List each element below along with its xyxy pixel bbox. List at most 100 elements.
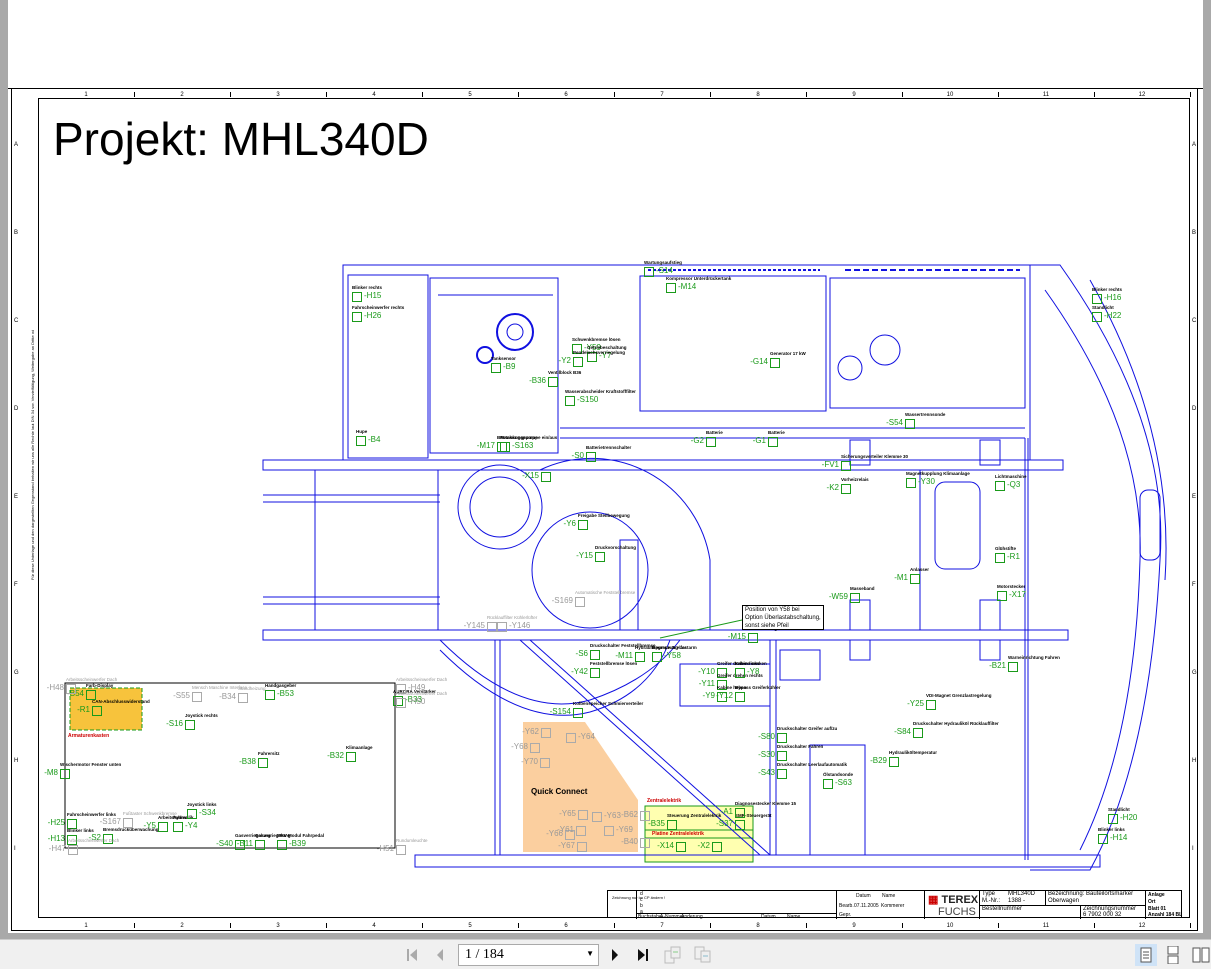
- marker-box[interactable]: [575, 597, 585, 607]
- marker-box[interactable]: [356, 436, 366, 446]
- marker-box[interactable]: [565, 396, 575, 406]
- marker-box[interactable]: [1092, 312, 1102, 322]
- marker-box[interactable]: [906, 478, 916, 488]
- marker-id: -H16: [1104, 293, 1122, 302]
- marker-box[interactable]: [735, 668, 745, 678]
- marker-box[interactable]: [770, 358, 780, 368]
- marker-box[interactable]: [841, 484, 851, 494]
- marker-box[interactable]: [548, 377, 558, 387]
- marker-box[interactable]: [910, 574, 920, 584]
- marker-description: Joystick links: [187, 802, 217, 807]
- marker-box[interactable]: [352, 292, 362, 302]
- marker-box[interactable]: [905, 419, 915, 429]
- marker-box[interactable]: [640, 811, 650, 821]
- marker-box[interactable]: [635, 652, 645, 662]
- marker-box[interactable]: [748, 633, 758, 643]
- marker-id: -Y146: [509, 621, 531, 630]
- previous-page-button[interactable]: [431, 947, 449, 963]
- marker-box[interactable]: [995, 553, 1005, 563]
- marker-box[interactable]: [768, 437, 778, 447]
- marker-box[interactable]: [1008, 662, 1018, 672]
- marker-box[interactable]: [640, 838, 650, 848]
- marker-box[interactable]: [586, 452, 596, 462]
- marker-box[interactable]: [123, 818, 133, 828]
- marker-box[interactable]: [487, 622, 497, 632]
- marker-box[interactable]: [491, 363, 501, 373]
- marker-box[interactable]: [735, 808, 745, 818]
- marker-box[interactable]: [590, 650, 600, 660]
- marker-box[interactable]: [823, 779, 833, 789]
- marker-box[interactable]: [238, 693, 248, 703]
- marker-box[interactable]: [592, 812, 602, 822]
- marker-box[interactable]: [1108, 814, 1118, 824]
- last-page-button[interactable]: [634, 947, 652, 963]
- marker-box[interactable]: [540, 758, 550, 768]
- marker-box[interactable]: [652, 652, 662, 662]
- marker-box[interactable]: [712, 842, 722, 852]
- continuous-view-button[interactable]: [1163, 946, 1183, 964]
- marker-box[interactable]: [595, 552, 605, 562]
- marker-box[interactable]: [92, 706, 102, 716]
- marker-box[interactable]: [573, 357, 583, 367]
- marker-box[interactable]: [185, 720, 195, 730]
- marker-box[interactable]: [926, 700, 936, 710]
- marker-box[interactable]: [192, 692, 202, 702]
- marker-box[interactable]: [60, 769, 70, 779]
- marker-box[interactable]: [644, 267, 654, 277]
- marker-box[interactable]: [995, 481, 1005, 491]
- first-page-button[interactable]: [403, 947, 421, 963]
- marker-box[interactable]: [604, 826, 614, 836]
- marker-box[interactable]: [777, 769, 787, 779]
- marker-box[interactable]: [1092, 294, 1102, 304]
- marker-box[interactable]: [277, 840, 287, 850]
- marker-box[interactable]: [578, 810, 588, 820]
- marker-box[interactable]: [173, 822, 183, 832]
- marker-box[interactable]: [850, 593, 860, 603]
- marker-box[interactable]: [346, 752, 356, 762]
- marker-box[interactable]: [666, 283, 676, 293]
- marker-box[interactable]: [777, 751, 787, 761]
- marker-box[interactable]: [1098, 834, 1108, 844]
- marker-box[interactable]: [573, 708, 583, 718]
- two-page-view-button[interactable]: [1191, 947, 1211, 963]
- next-view-button[interactable]: [693, 946, 713, 963]
- marker-box[interactable]: [676, 842, 686, 852]
- name-label: Name: [882, 893, 896, 899]
- marker-box[interactable]: [541, 472, 551, 482]
- marker-box[interactable]: [68, 845, 78, 855]
- marker-box[interactable]: [396, 698, 406, 708]
- single-page-view-button[interactable]: [1135, 944, 1157, 966]
- page-number-input[interactable]: 1 / 184 ▼: [458, 944, 599, 966]
- marker-box[interactable]: [352, 312, 362, 322]
- next-page-button[interactable]: [606, 947, 624, 963]
- marker-box[interactable]: [667, 820, 677, 830]
- marker-box[interactable]: [841, 461, 851, 471]
- marker-box[interactable]: [578, 520, 588, 530]
- marker-box[interactable]: [577, 842, 587, 852]
- marker-box[interactable]: [590, 668, 600, 678]
- marker-box[interactable]: [735, 692, 745, 702]
- marker-box[interactable]: [576, 826, 586, 836]
- marker-box[interactable]: [500, 442, 510, 452]
- marker-box[interactable]: [530, 743, 540, 753]
- marker-box[interactable]: [265, 690, 275, 700]
- marker-id: -Y10: [698, 667, 715, 676]
- marker-box[interactable]: [913, 728, 923, 738]
- marker-box[interactable]: [566, 733, 576, 743]
- marker-box[interactable]: [706, 437, 716, 447]
- marker-box[interactable]: [997, 591, 1007, 601]
- page-dropdown-icon[interactable]: ▼: [586, 949, 594, 958]
- marker-box[interactable]: [777, 733, 787, 743]
- marker-box[interactable]: [497, 622, 507, 632]
- marker-box[interactable]: [396, 845, 406, 855]
- marker-box[interactable]: [889, 757, 899, 767]
- marker-box[interactable]: [541, 728, 551, 738]
- marker-box[interactable]: [255, 840, 265, 850]
- previous-view-button[interactable]: [663, 946, 683, 964]
- marker-box[interactable]: [258, 758, 268, 768]
- marker-id: -S154: [549, 707, 571, 716]
- marker-box[interactable]: [735, 820, 745, 830]
- marker-box[interactable]: [66, 684, 76, 694]
- marker-box[interactable]: [187, 809, 197, 819]
- marker-box[interactable]: [158, 822, 168, 832]
